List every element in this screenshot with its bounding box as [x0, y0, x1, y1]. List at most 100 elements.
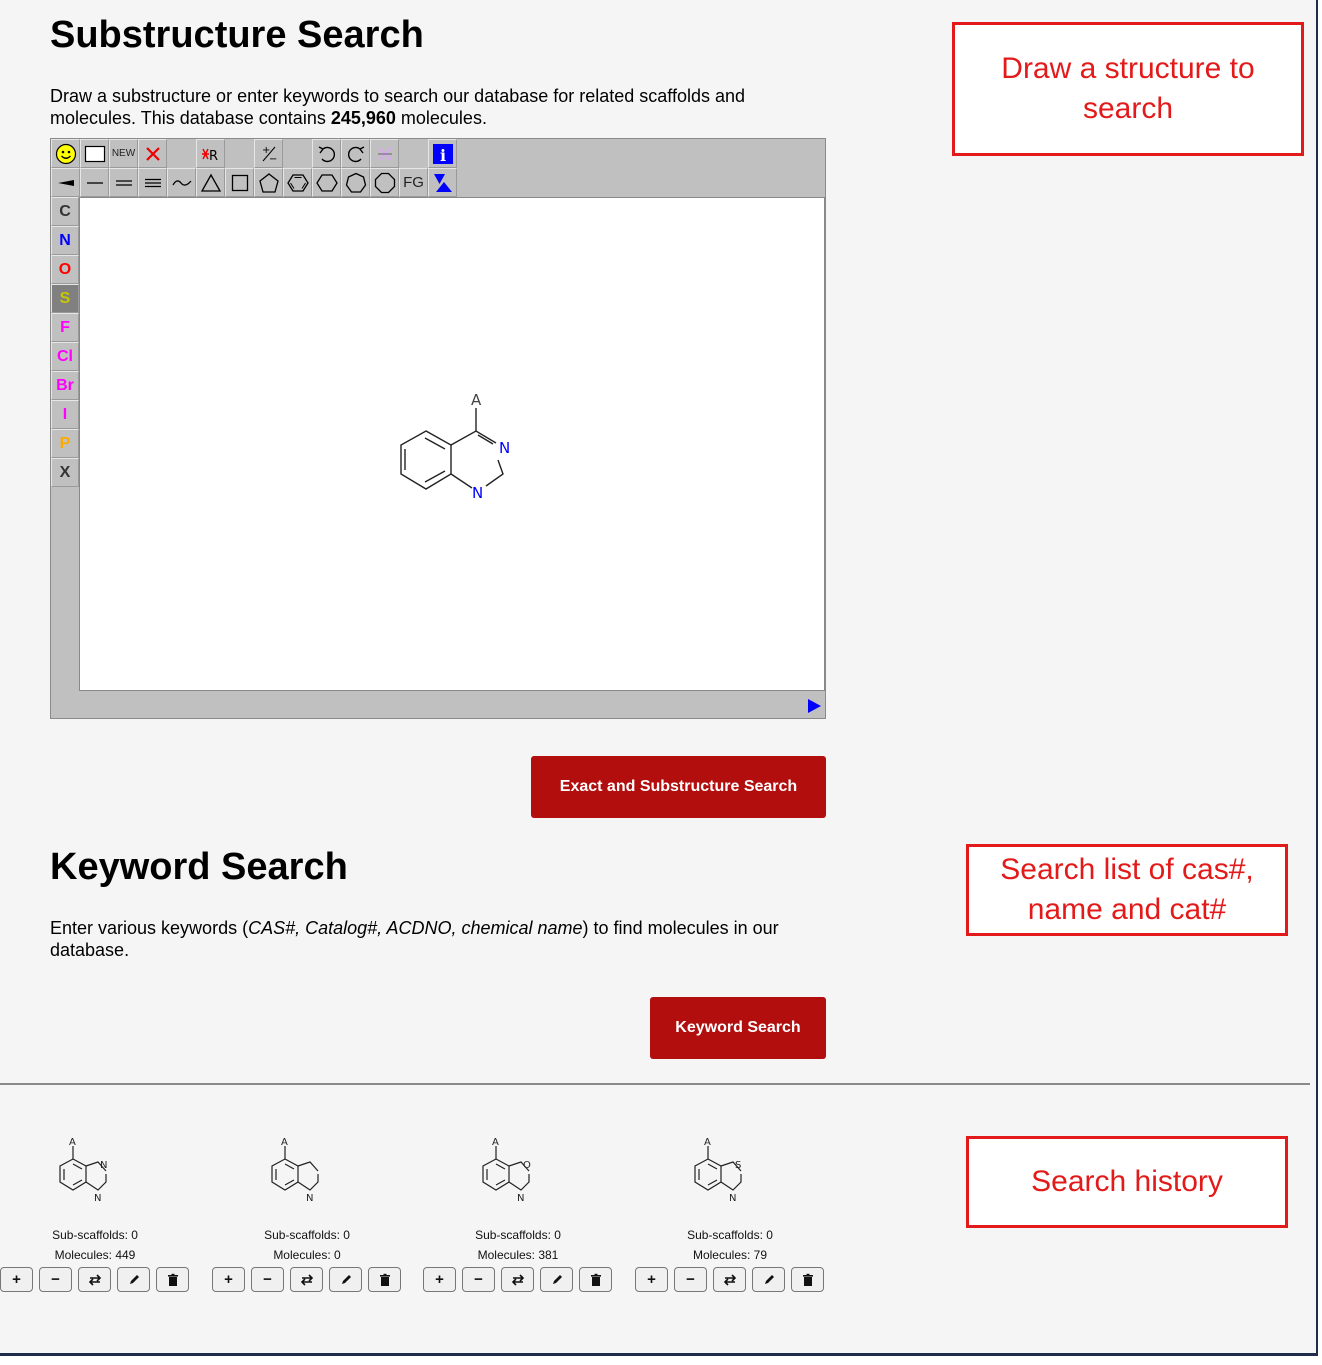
- minus-icon[interactable]: −: [251, 1267, 284, 1292]
- hexagon-ring-icon[interactable]: [312, 168, 341, 197]
- element-button-i[interactable]: I: [51, 400, 79, 429]
- svg-text:N: N: [729, 1193, 736, 1204]
- select-rectangle-icon[interactable]: [80, 139, 109, 168]
- history-actions: + −: [635, 1267, 825, 1292]
- svg-text:O: O: [523, 1160, 531, 1171]
- editor-toolbar-top: NEW R + − i: [51, 139, 457, 168]
- minus-icon[interactable]: −: [39, 1267, 72, 1292]
- play-arrow-icon[interactable]: [806, 698, 822, 714]
- swap-icon[interactable]: [501, 1267, 534, 1292]
- molecule-count: 245,960: [330, 108, 396, 128]
- sub-scaffolds-count: Sub-scaffolds: 0: [264, 1228, 350, 1242]
- plus-icon[interactable]: +: [635, 1267, 668, 1292]
- element-button-f[interactable]: F: [51, 313, 79, 342]
- sub-scaffolds-count: Sub-scaffolds: 0: [687, 1228, 773, 1242]
- history-item: A O N Sub-scaffolds: 0 Molecules: 381 + −: [423, 1135, 613, 1292]
- swap-icon[interactable]: [78, 1267, 111, 1292]
- functional-group-button[interactable]: FG: [399, 168, 428, 197]
- history-item: A S N Sub-scaffolds: 0 Molecules: 79 + −: [635, 1135, 825, 1292]
- wedge-bond-icon[interactable]: [51, 168, 80, 197]
- history-structure[interactable]: A N N: [40, 1135, 140, 1225]
- element-button-o[interactable]: O: [51, 255, 79, 284]
- structure-editor: NEW R + − i FG C N O S F Cl Br I P X A N…: [50, 138, 826, 719]
- pencil-icon[interactable]: [329, 1267, 362, 1292]
- attachment-label: A: [471, 391, 482, 409]
- keyword-search-button[interactable]: Keyword Search: [650, 997, 826, 1059]
- svg-text:N: N: [306, 1193, 313, 1204]
- page-title: Substructure Search: [50, 14, 424, 56]
- pencil-icon[interactable]: [752, 1267, 785, 1292]
- chain-icon[interactable]: [167, 168, 196, 197]
- svg-text:A: A: [69, 1137, 76, 1148]
- plus-icon[interactable]: +: [0, 1267, 33, 1292]
- history-structure[interactable]: AN: [252, 1135, 352, 1225]
- keyword-description: Enter various keywords (CAS#, Catalog#, …: [50, 918, 779, 960]
- redo-icon[interactable]: [341, 139, 370, 168]
- swap-icon[interactable]: [290, 1267, 323, 1292]
- clear-bond-icon[interactable]: [370, 139, 399, 168]
- history-structure[interactable]: A O N: [463, 1135, 563, 1225]
- element-button-x[interactable]: X: [51, 458, 79, 487]
- trash-icon[interactable]: [156, 1267, 189, 1292]
- octagon-ring-icon[interactable]: [370, 168, 399, 197]
- element-button-cl[interactable]: Cl: [51, 342, 79, 371]
- sub-scaffolds-count: Sub-scaffolds: 0: [52, 1228, 138, 1242]
- history-actions: + −: [212, 1267, 402, 1292]
- element-button-c[interactable]: C: [51, 197, 79, 226]
- element-button-s[interactable]: S: [51, 284, 79, 313]
- keyword-search-title: Keyword Search: [50, 846, 348, 888]
- smiley-icon[interactable]: [51, 139, 80, 168]
- element-button-br[interactable]: Br: [51, 371, 79, 400]
- svg-text:N: N: [100, 1160, 107, 1171]
- delete-icon[interactable]: [138, 139, 167, 168]
- exact-substructure-search-button[interactable]: Exact and Substructure Search: [531, 756, 826, 818]
- editor-toolbar-bonds: FG: [51, 168, 457, 197]
- charge-icon[interactable]: + −: [254, 139, 283, 168]
- plus-icon[interactable]: +: [423, 1267, 456, 1292]
- pentagon-ring-icon[interactable]: [254, 168, 283, 197]
- swap-icon[interactable]: [713, 1267, 746, 1292]
- quinazoline-structure: A N N: [400, 391, 510, 502]
- history-actions: + −: [423, 1267, 613, 1292]
- trash-icon[interactable]: [579, 1267, 612, 1292]
- element-button-p[interactable]: P: [51, 429, 79, 458]
- double-bond-icon[interactable]: [109, 168, 138, 197]
- history-actions: + −: [0, 1267, 190, 1292]
- history-item: A N Sub-scaffolds: 0 Molecules: 0 + −: [212, 1135, 402, 1292]
- history-structure[interactable]: A S N: [675, 1135, 775, 1225]
- molecules-count: Molecules: 381: [477, 1248, 559, 1262]
- benzene-ring-icon[interactable]: [283, 168, 312, 197]
- template-icon[interactable]: [428, 168, 457, 197]
- trash-icon[interactable]: [368, 1267, 401, 1292]
- triangle-ring-icon[interactable]: [196, 168, 225, 197]
- single-bond-icon[interactable]: [80, 168, 109, 197]
- svg-text:A: A: [704, 1137, 711, 1148]
- new-button[interactable]: NEW: [109, 139, 138, 168]
- remove-rgroup-icon[interactable]: R: [196, 139, 225, 168]
- svg-text:i: i: [440, 146, 446, 165]
- history-item: A N N Sub-scaffolds: 0 Molecules: 449 + −: [0, 1135, 190, 1292]
- info-icon[interactable]: i: [428, 139, 457, 168]
- pencil-icon[interactable]: [540, 1267, 573, 1292]
- pencil-icon[interactable]: [117, 1267, 150, 1292]
- annotation-keyword-list: Search list of cas#, name and cat#: [966, 844, 1288, 936]
- substructure-description: Draw a substructure or enter keywords to…: [50, 86, 746, 128]
- trash-icon[interactable]: [791, 1267, 824, 1292]
- drawing-canvas[interactable]: A N N: [79, 197, 825, 691]
- minus-icon[interactable]: −: [674, 1267, 707, 1292]
- plus-icon[interactable]: +: [212, 1267, 245, 1292]
- element-button-n[interactable]: N: [51, 226, 79, 255]
- annotation-draw-structure: Draw a structure to search: [952, 22, 1304, 156]
- sub-scaffolds-count: Sub-scaffolds: 0: [475, 1228, 561, 1242]
- nitrogen-label: N: [472, 484, 483, 502]
- svg-text:R: R: [209, 149, 218, 164]
- heptagon-ring-icon[interactable]: [341, 168, 370, 197]
- square-ring-icon[interactable]: [225, 168, 254, 197]
- minus-icon[interactable]: −: [462, 1267, 495, 1292]
- svg-text:A: A: [281, 1137, 288, 1148]
- undo-icon[interactable]: [312, 139, 341, 168]
- triple-bond-icon[interactable]: [138, 168, 167, 197]
